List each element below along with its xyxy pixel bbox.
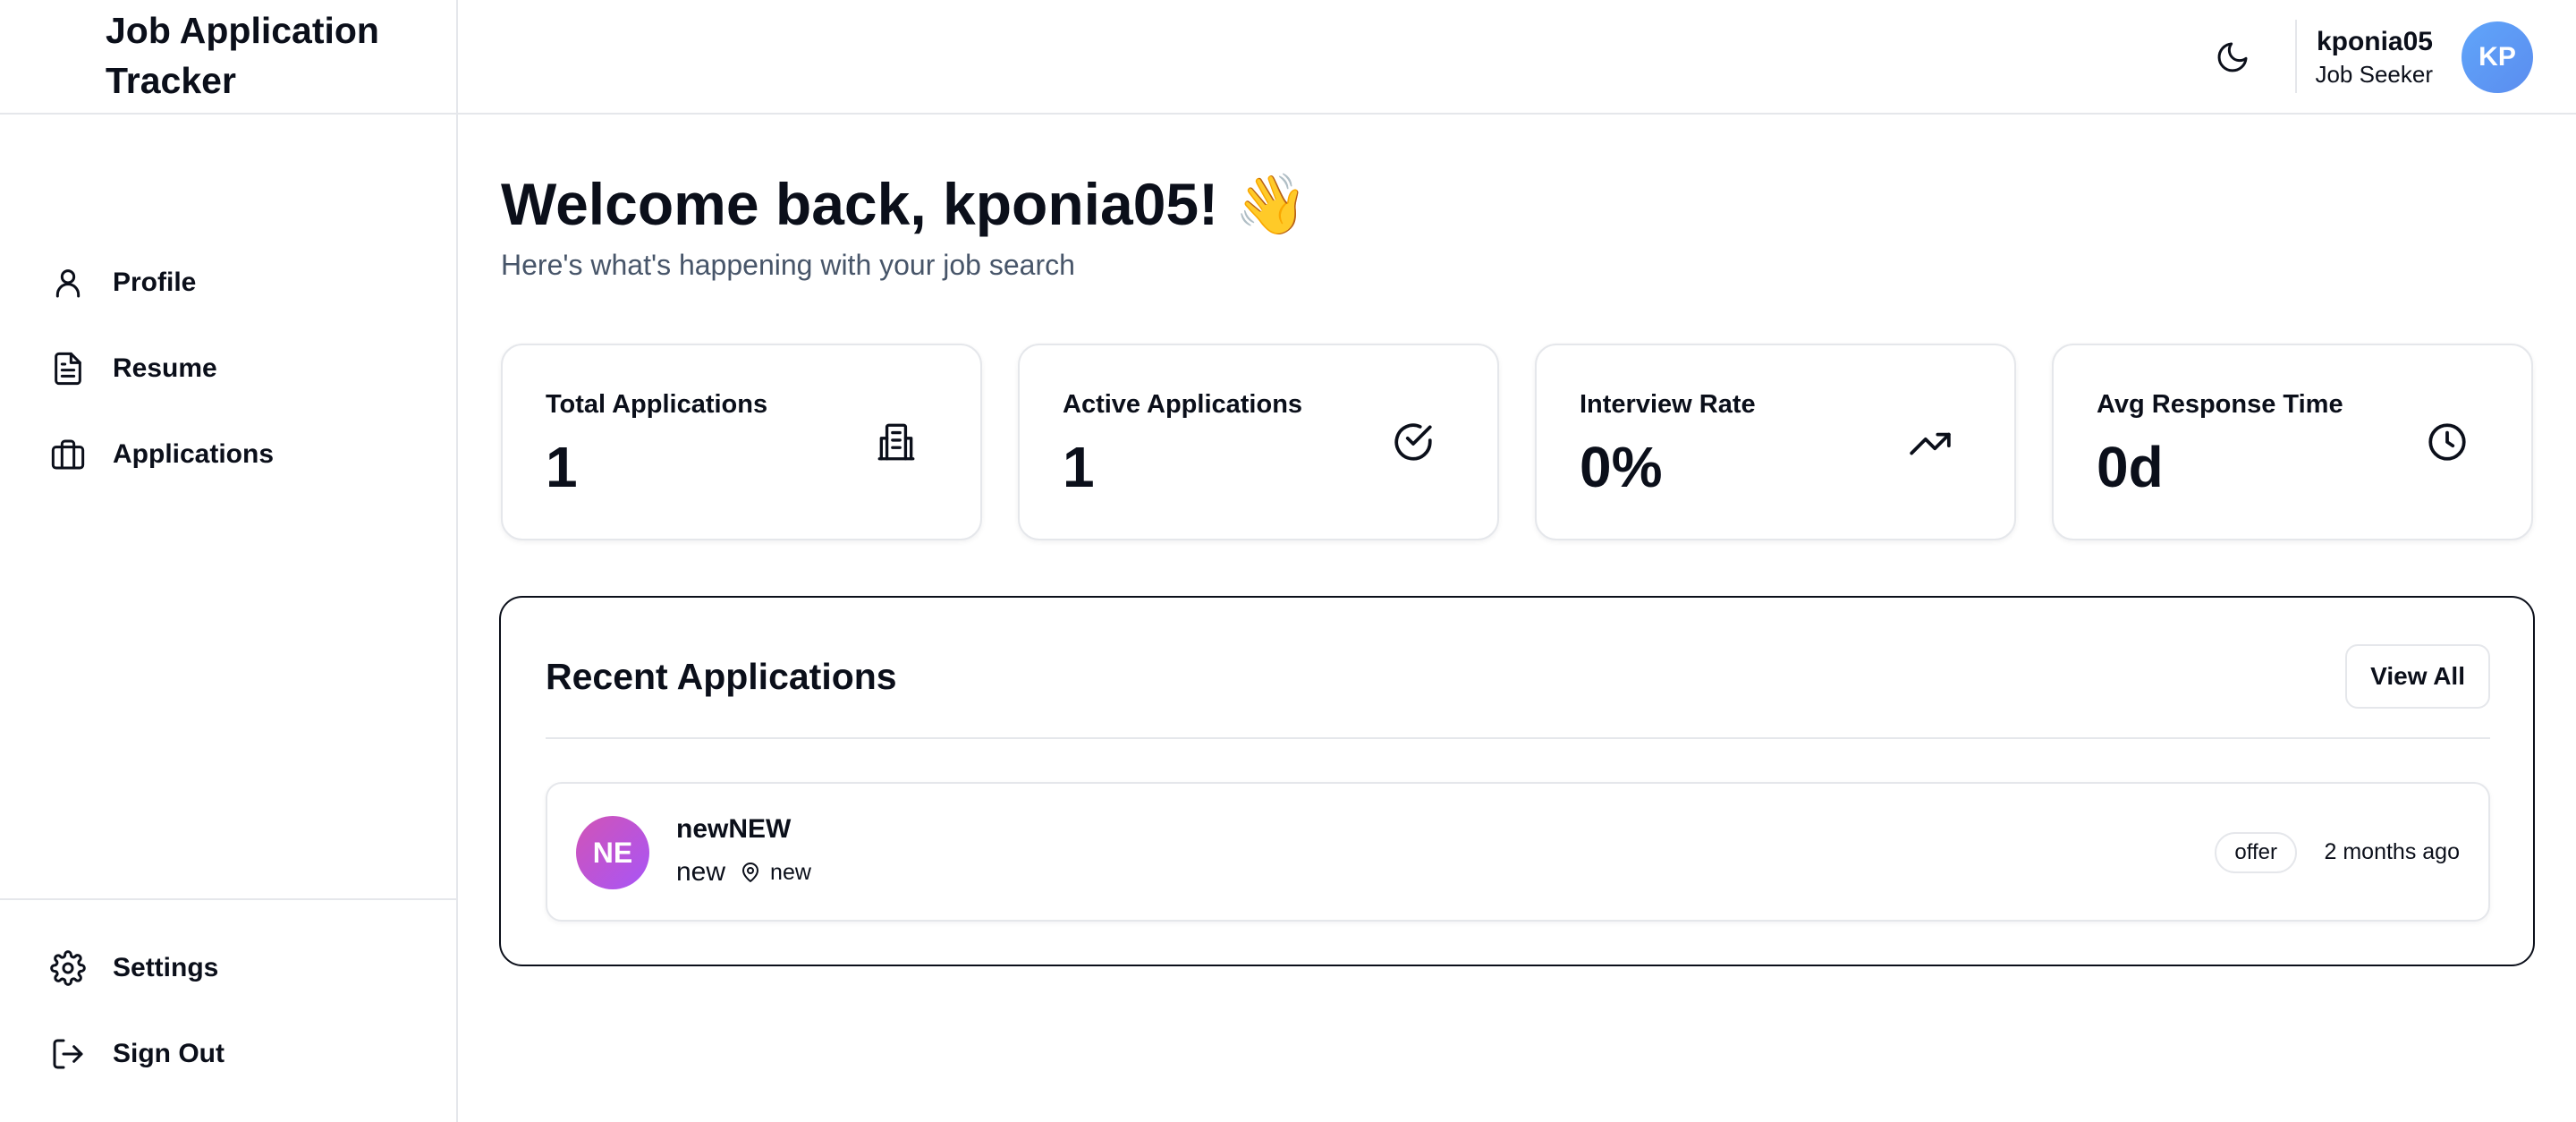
sidebar: Job Application Tracker Profile Resume A… [0,0,458,1122]
app-title: Job Application Tracker [106,10,379,101]
trending-up-icon [1905,417,1955,467]
user-info: kponia05 Job Seeker [2315,25,2433,89]
sidebar-item-sign-out[interactable]: Sign Out [27,1018,429,1090]
sidebar-item-applications[interactable]: Applications [27,419,429,490]
stat-title: Interview Rate [1580,390,1756,419]
gear-icon [48,948,88,988]
view-all-button[interactable]: View All [2345,644,2490,709]
stat-value: 1 [1063,435,1095,499]
location: new [770,859,811,885]
sign-out-icon [48,1034,88,1074]
company-avatar: NE [576,816,649,889]
stat-card-interview-rate: Interview Rate 0% [1535,344,2016,540]
building-icon [871,417,921,467]
app-root: Job Application Tracker Profile Resume A… [0,0,2576,1122]
map-pin-icon [740,861,763,884]
recent-divider [546,737,2490,739]
recent-applications-title: Recent Applications [546,656,897,697]
list-item[interactable]: NE newNEW new new offer 2 months ago [546,782,2490,922]
page-title: Welcome back, kponia05! 👋 [501,171,1309,237]
sidebar-item-label: Settings [113,953,219,982]
stat-card-avg-response-time: Avg Response Time 0d [2052,344,2533,540]
user-role: Job Seeker [2315,61,2433,88]
stat-card-total-applications: Total Applications 1 [501,344,982,540]
stat-value: 0d [2097,435,2164,499]
top-header: kponia05 Job Seeker KP [458,0,2576,115]
moon-icon [2215,39,2250,75]
header-divider [2295,20,2297,93]
sidebar-item-profile[interactable]: Profile [27,247,429,319]
theme-toggle-button[interactable] [2206,30,2259,84]
sidebar-item-label: Profile [113,268,197,297]
briefcase-icon [48,435,88,474]
user-name: kponia05 [2316,27,2433,56]
stat-value: 1 [546,435,578,499]
sidebar-item-label: Resume [113,353,217,383]
document-icon [48,349,88,388]
page-subtitle: Here's what's happening with your job se… [501,249,1075,281]
stat-title: Total Applications [546,390,768,419]
sidebar-item-resume[interactable]: Resume [27,333,429,404]
sidebar-item-label: Applications [113,439,275,469]
sidebar-item-label: Sign Out [113,1039,225,1068]
avatar[interactable]: KP [2462,21,2533,93]
sidebar-item-settings[interactable]: Settings [27,932,429,1004]
company-name: newNEW [676,814,792,844]
stat-card-active-applications: Active Applications 1 [1018,344,1499,540]
position-title: new [676,857,726,887]
sidebar-divider [0,898,456,900]
timestamp: 2 months ago [2324,839,2461,864]
check-circle-icon [1388,417,1438,467]
stat-value: 0% [1580,435,1663,499]
application-details: new new [676,857,811,888]
status-badge: offer [2215,832,2297,873]
brand: Job Application Tracker [0,0,456,115]
recent-applications-card: Recent Applications View All NE newNEW n… [499,596,2535,966]
stat-title: Avg Response Time [2097,390,2343,419]
stat-title: Active Applications [1063,390,1303,419]
user-icon [48,263,88,302]
clock-icon [2422,417,2472,467]
